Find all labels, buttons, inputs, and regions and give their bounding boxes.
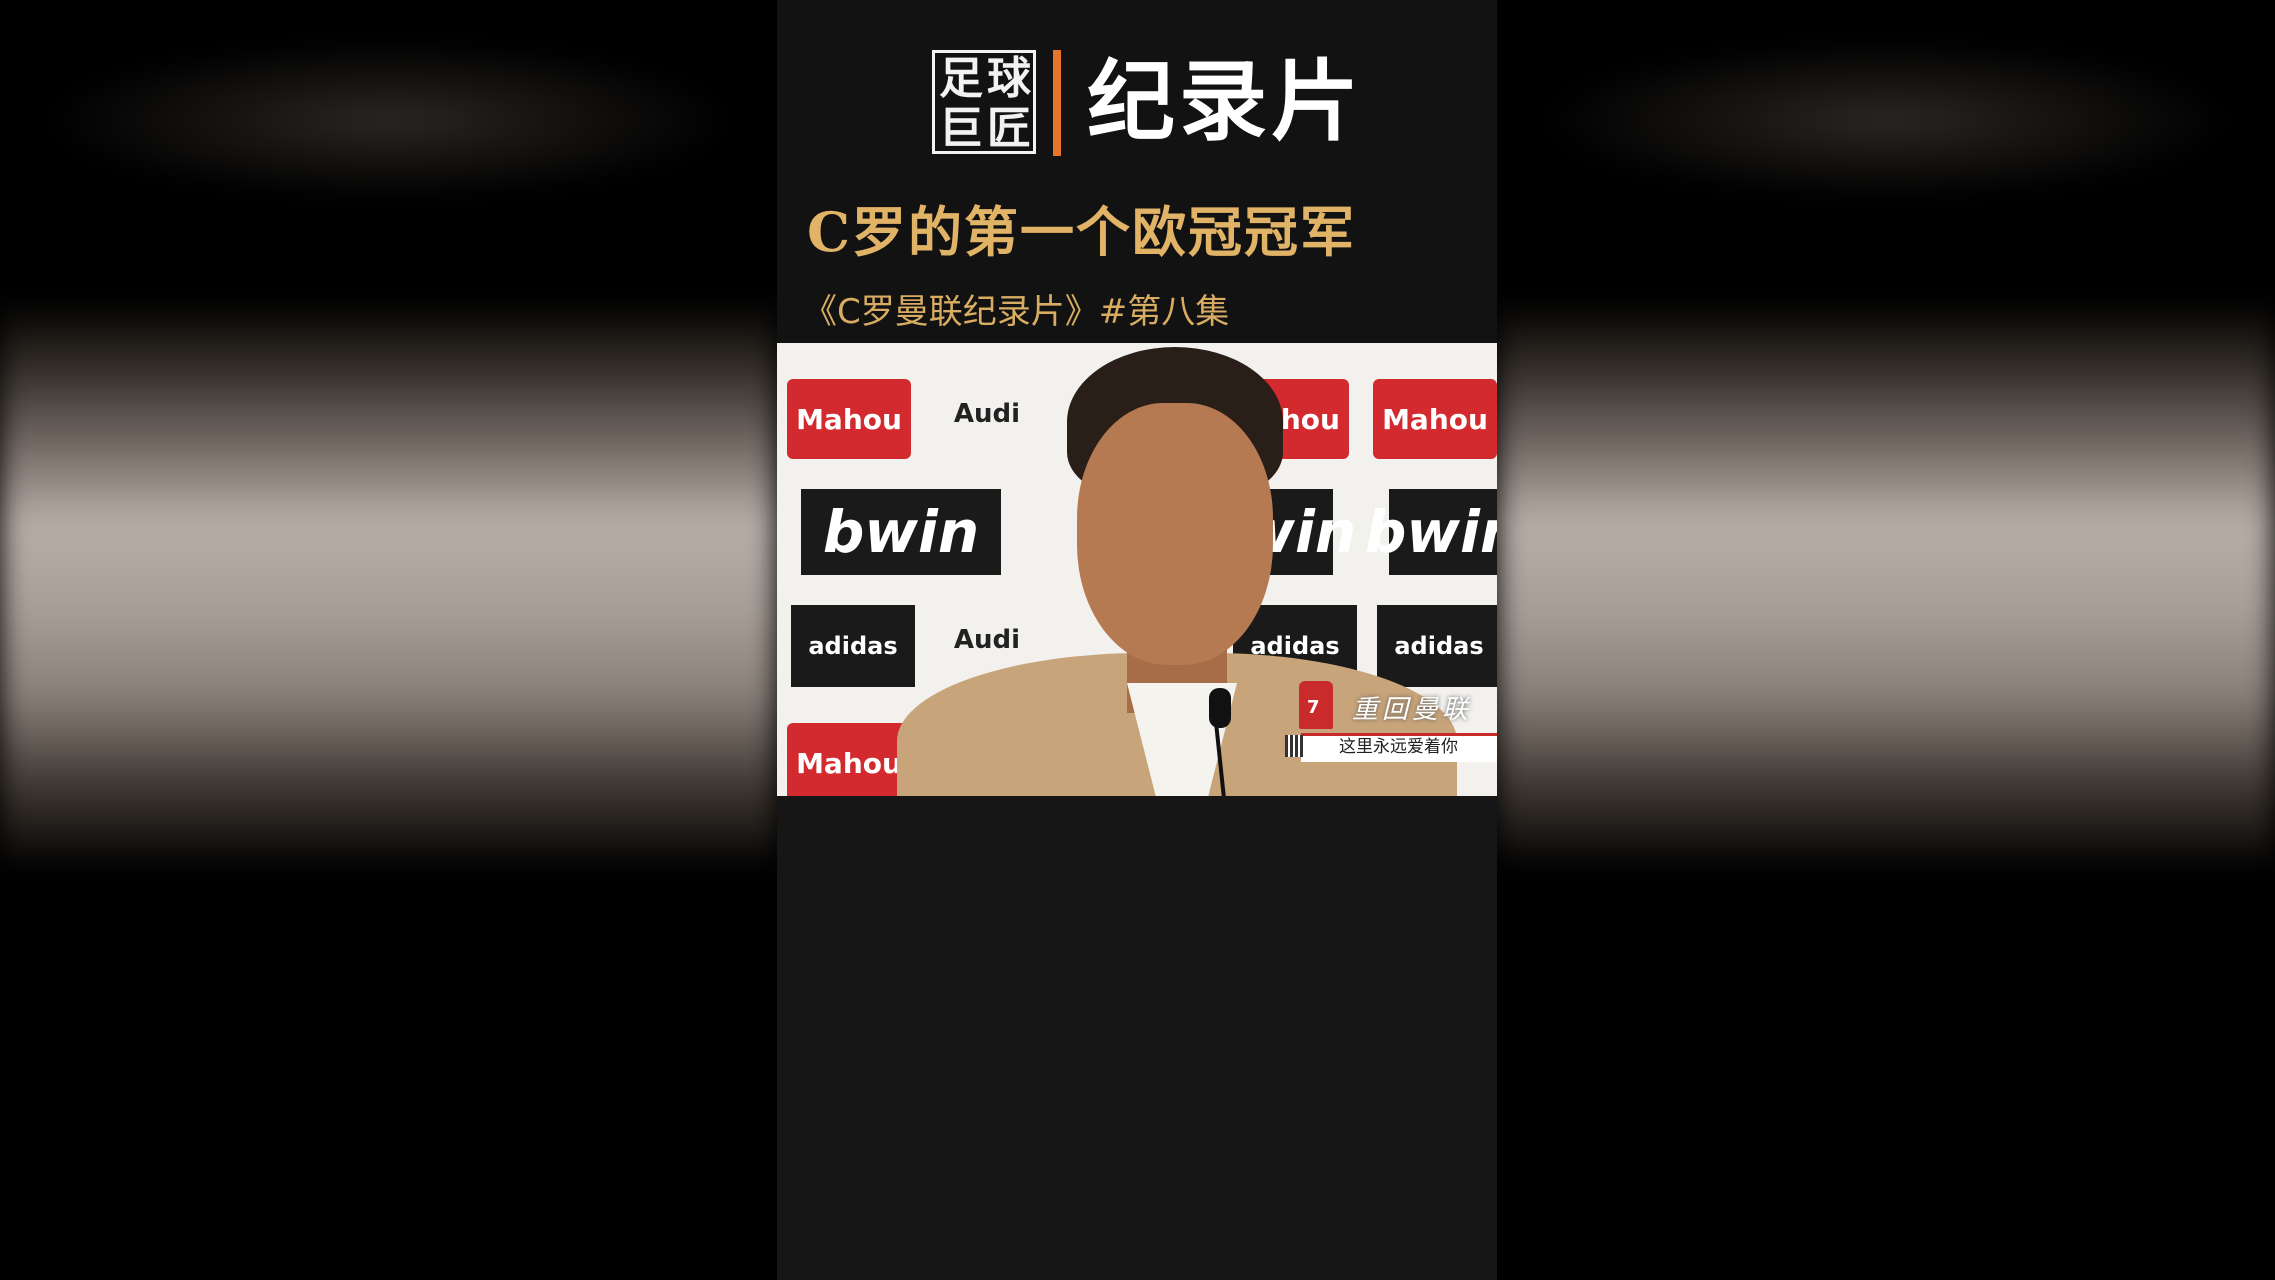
logo-char: 巨 bbox=[939, 103, 983, 154]
microphone-icon bbox=[1209, 688, 1231, 728]
title-header: 足 球 巨 匠 纪录片 C罗的第一个欧冠冠军 《C罗曼联纪录片》#第八集 bbox=[777, 0, 1497, 343]
video-frame: 足 球 巨 匠 纪录片 C罗的第一个欧冠冠军 《C罗曼联纪录片》#第八集 Mah… bbox=[777, 0, 1497, 1280]
speaker bbox=[827, 343, 1457, 796]
overlay-title: 重回曼联 bbox=[1352, 695, 1473, 725]
channel-logo[interactable]: 足 球 巨 匠 bbox=[932, 50, 1036, 154]
speaker-face bbox=[1077, 403, 1273, 665]
episode-headline: C罗的第一个欧冠冠军 bbox=[807, 200, 1356, 264]
qr-icon bbox=[1285, 735, 1303, 757]
logo-char: 球 bbox=[987, 53, 1031, 104]
blurred-background-right bbox=[1497, 0, 2275, 1280]
logo-char: 足 bbox=[939, 53, 983, 104]
overlay-caption: 这里永远爱着你 bbox=[1339, 737, 1458, 757]
logo-char: 匠 bbox=[987, 103, 1031, 154]
player-thumbnail: 7 bbox=[1299, 681, 1333, 729]
title-divider bbox=[1053, 50, 1061, 156]
documentary-title: 纪录片 bbox=[1087, 50, 1364, 153]
blurred-background-left bbox=[0, 0, 777, 1280]
video-player[interactable]: Mahou Audi Mahou Mahou bwin bwin bwin ad… bbox=[777, 343, 1497, 796]
empty-area bbox=[777, 796, 1497, 1280]
episode-subtitle: 《C罗曼联纪录片》#第八集 bbox=[803, 292, 1230, 332]
